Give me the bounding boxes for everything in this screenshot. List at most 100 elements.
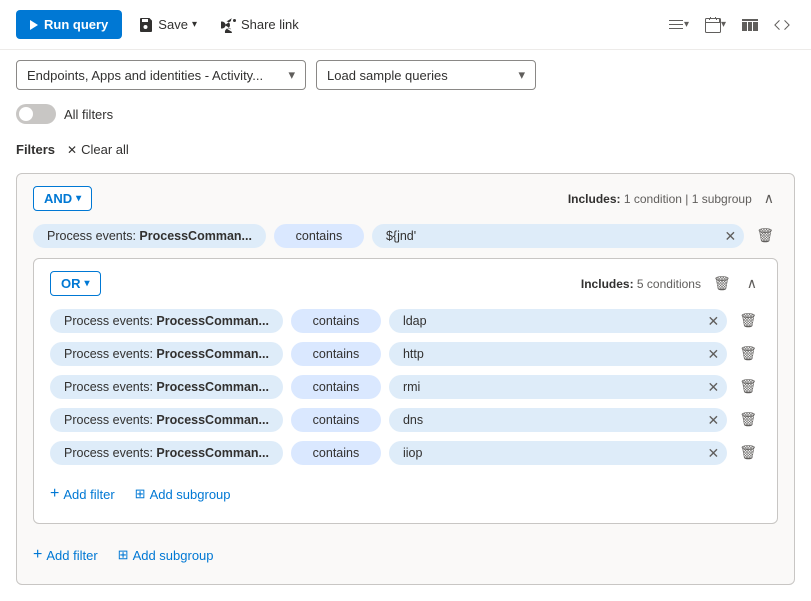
or-value-input-2[interactable] — [389, 375, 727, 399]
or-delete-row-button-3[interactable]: 🗑 — [735, 407, 761, 432]
or-field-prefix-0: Process events: — [64, 314, 156, 328]
selectors-row: Endpoints, Apps and identities - Activit… — [0, 50, 811, 100]
or-collapse-button[interactable]: ∧ — [743, 273, 761, 294]
or-add-filter-label: Add filter — [63, 487, 114, 502]
and-add-filter-button[interactable]: + Add filter — [33, 542, 98, 568]
share-link-button[interactable]: Share link — [213, 11, 307, 39]
and-collapse-button[interactable]: ∧ — [760, 188, 778, 209]
or-clear-value-button-3[interactable]: ✕ — [707, 413, 719, 427]
and-subgroup-icon: ⊞ — [118, 547, 129, 563]
or-value-input-0[interactable] — [389, 309, 727, 333]
or-operator-chip-0[interactable]: contains — [291, 309, 381, 333]
or-group-header: OR ▾ Includes: 5 conditions 🗑 ∧ — [50, 271, 761, 296]
table-button[interactable] — [737, 12, 763, 38]
or-field-prefix-1: Process events: — [64, 347, 156, 361]
list-chevron-icon: ▾ — [684, 19, 689, 30]
or-value-input-3[interactable] — [389, 408, 727, 432]
or-delete-row-button-0[interactable]: 🗑 — [735, 308, 761, 333]
or-condition-count: 5 conditions — [637, 277, 701, 291]
or-field-chip-0[interactable]: Process events: ProcessComman... — [50, 309, 283, 333]
or-field-chip-3[interactable]: Process events: ProcessComman... — [50, 408, 283, 432]
or-field-value-1: ProcessComman... — [156, 347, 269, 361]
or-add-filter-button[interactable]: + Add filter — [50, 481, 115, 507]
all-filters-label: All filters — [64, 107, 113, 122]
and-group-header-right: Includes: 1 condition | 1 subgroup ∧ — [568, 188, 778, 209]
or-delete-row-button-2[interactable]: 🗑 — [735, 374, 761, 399]
or-operator-chip-label-3: contains — [313, 413, 360, 427]
all-filters-toggle[interactable] — [16, 104, 56, 124]
or-operator-button[interactable]: OR ▾ — [50, 271, 101, 296]
or-operator-chip-2[interactable]: contains — [291, 375, 381, 399]
or-condition-row-1: Process events: ProcessComman... contain… — [50, 341, 761, 366]
or-clear-value-button-4[interactable]: ✕ — [707, 446, 719, 460]
table-icon — [742, 17, 758, 33]
or-value-input-1[interactable] — [389, 342, 727, 366]
or-field-chip-4[interactable]: Process events: ProcessComman... — [50, 441, 283, 465]
query-selector-value: Endpoints, Apps and identities - Activit… — [27, 68, 263, 83]
and-clear-value-button[interactable]: ✕ — [724, 229, 736, 243]
sample-query-selector[interactable]: Load sample queries ▾ — [316, 60, 536, 90]
or-action-row: + Add filter ⊞ Add subgroup — [50, 473, 761, 507]
or-add-subgroup-label: Add subgroup — [150, 487, 231, 502]
or-field-chip-1[interactable]: Process events: ProcessComman... — [50, 342, 283, 366]
or-field-prefix-3: Process events: — [64, 413, 156, 427]
toggle-row: All filters — [0, 100, 811, 134]
and-condition-row: Process events: ProcessComman... contain… — [33, 223, 778, 248]
sample-query-value: Load sample queries — [327, 68, 448, 83]
or-field-prefix-4: Process events: — [64, 446, 156, 460]
or-subgroup-icon: ⊞ — [135, 486, 146, 502]
or-add-subgroup-button[interactable]: ⊞ Add subgroup — [135, 482, 231, 506]
or-operator-chip-1[interactable]: contains — [291, 342, 381, 366]
or-operator-chip-3[interactable]: contains — [291, 408, 381, 432]
or-field-value-2: ProcessComman... — [156, 380, 269, 394]
clear-all-button[interactable]: ✕ Clear all — [63, 140, 133, 159]
and-field-prefix: Process events: — [47, 229, 139, 243]
run-query-label: Run query — [44, 17, 108, 32]
or-group-header-right: Includes: 5 conditions 🗑 ∧ — [581, 271, 761, 296]
or-conditions-container: Process events: ProcessComman... contain… — [50, 308, 761, 465]
calendar-chevron-icon: ▾ — [721, 19, 726, 30]
code-button[interactable] — [769, 12, 795, 38]
or-delete-row-button-1[interactable]: 🗑 — [735, 341, 761, 366]
or-clear-value-button-0[interactable]: ✕ — [707, 314, 719, 328]
and-value-wrap: ✕ — [372, 224, 744, 248]
or-clear-value-button-2[interactable]: ✕ — [707, 380, 719, 394]
save-button[interactable]: Save ▾ — [130, 11, 205, 39]
or-condition-row-0: Process events: ProcessComman... contain… — [50, 308, 761, 333]
and-add-subgroup-label: Add subgroup — [133, 548, 214, 563]
or-condition-row-2: Process events: ProcessComman... contain… — [50, 374, 761, 399]
or-condition-row-3: Process events: ProcessComman... contain… — [50, 407, 761, 432]
and-delete-button[interactable]: 🗑 — [752, 223, 778, 248]
or-operator-chip-label-2: contains — [313, 380, 360, 394]
list-view-button[interactable]: ▾ — [663, 12, 694, 38]
and-field-chip[interactable]: Process events: ProcessComman... — [33, 224, 266, 248]
calendar-button[interactable]: ▾ — [700, 12, 731, 38]
or-field-value-4: ProcessComman... — [156, 446, 269, 460]
or-field-chip-2[interactable]: Process events: ProcessComman... — [50, 375, 283, 399]
or-value-input-4[interactable] — [389, 441, 727, 465]
and-includes-text: Includes: 1 condition | 1 subgroup — [568, 192, 752, 206]
or-value-wrap-1: ✕ — [389, 342, 727, 366]
or-includes-text: Includes: 5 conditions — [581, 277, 701, 291]
and-includes-label: Includes: — [568, 192, 621, 206]
and-chevron-icon: ▾ — [76, 193, 81, 204]
and-add-subgroup-button[interactable]: ⊞ Add subgroup — [118, 543, 214, 567]
run-query-button[interactable]: Run query — [16, 10, 122, 39]
filters-bar: Filters ✕ Clear all — [0, 134, 811, 165]
query-selector[interactable]: Endpoints, Apps and identities - Activit… — [16, 60, 306, 90]
toolbar-right: ▾ ▾ — [663, 12, 795, 38]
and-value-input[interactable] — [372, 224, 744, 248]
sample-query-chevron: ▾ — [518, 67, 525, 83]
or-value-wrap-4: ✕ — [389, 441, 727, 465]
or-delete-row-button-4[interactable]: 🗑 — [735, 440, 761, 465]
or-clear-value-button-1[interactable]: ✕ — [707, 347, 719, 361]
and-operator-button[interactable]: AND ▾ — [33, 186, 92, 211]
or-operator-chip-4[interactable]: contains — [291, 441, 381, 465]
or-add-filter-plus-icon: + — [50, 485, 59, 503]
or-field-value-0: ProcessComman... — [156, 314, 269, 328]
share-icon — [221, 17, 237, 33]
and-operator-chip[interactable]: contains — [274, 224, 364, 248]
toolbar: Run query Save ▾ Share link ▾ ▾ — [0, 0, 811, 50]
and-add-filter-label: Add filter — [46, 548, 97, 563]
or-delete-button[interactable]: 🗑 — [709, 271, 735, 296]
